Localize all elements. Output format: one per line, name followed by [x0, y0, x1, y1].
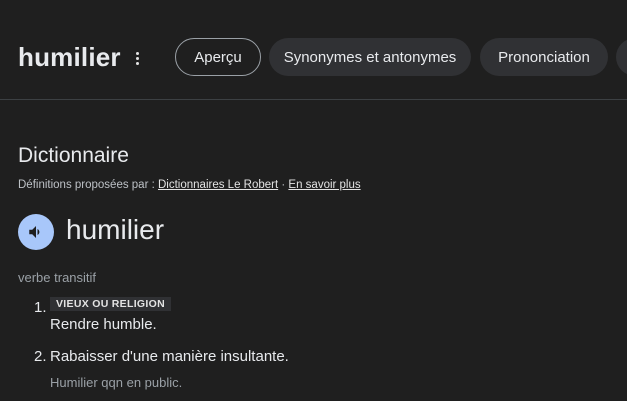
query-title: humilier	[18, 42, 121, 72]
usage-label-badge: VIEUX OU RELIGION	[50, 297, 171, 311]
definition-text: Rabaisser d'une manière insultante.	[50, 348, 289, 365]
definition-text: Rendre humble.	[50, 316, 157, 333]
source-separator: ·	[278, 179, 289, 191]
tab-overflow[interactable]	[616, 38, 627, 76]
definition-number: 2.	[34, 348, 47, 365]
headword: humilier	[66, 214, 165, 245]
source-prefix: Définitions proposées par :	[18, 179, 158, 191]
search-header: humilier Aperçu Synonymes et antonymes P…	[0, 0, 627, 100]
learn-more-link[interactable]: En savoir plus	[288, 179, 360, 191]
definition-number: 1.	[34, 299, 47, 316]
source-line: Définitions proposées par : Dictionnaire…	[18, 179, 361, 191]
tab-prononciation[interactable]: Prononciation	[480, 38, 608, 76]
part-of-speech: verbe transitif	[18, 270, 97, 285]
header-divider	[0, 99, 627, 100]
tab-apercu[interactable]: Aperçu	[175, 38, 261, 76]
speaker-icon	[29, 226, 40, 238]
section-title: Dictionnaire	[18, 144, 129, 167]
source-link[interactable]: Dictionnaires Le Robert	[158, 179, 278, 191]
more-vert-icon[interactable]	[132, 48, 142, 68]
speaker-button[interactable]	[18, 214, 54, 250]
definition-example: Humilier qqn en public.	[50, 375, 183, 390]
tab-synonymes[interactable]: Synonymes et antonymes	[269, 38, 471, 76]
